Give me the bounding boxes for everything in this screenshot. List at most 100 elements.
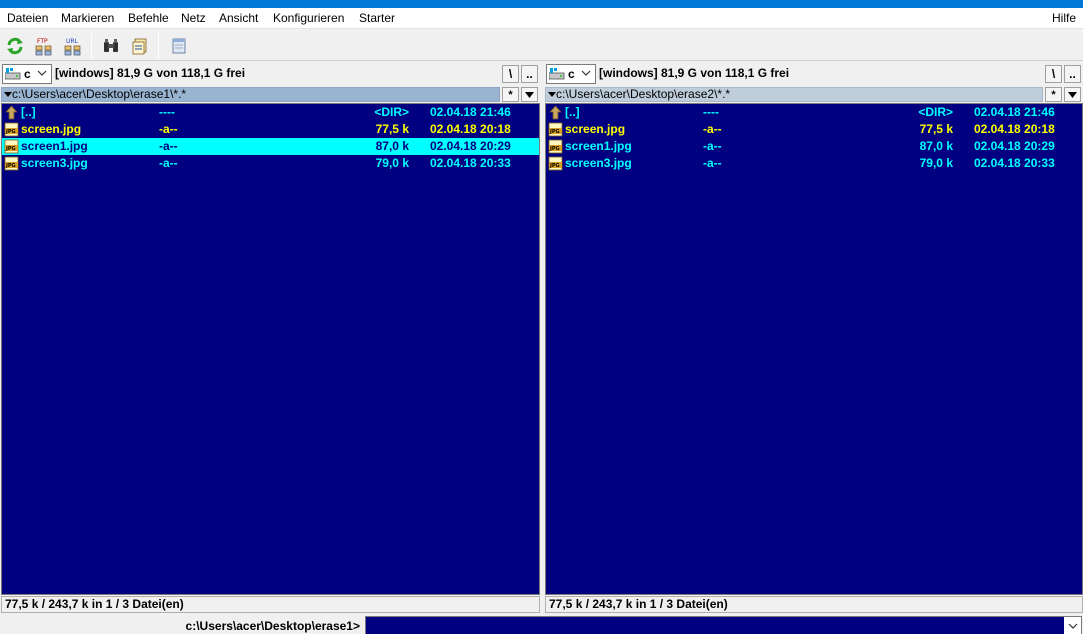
menu-netz[interactable]: Netz [181,11,206,25]
right-filter-button[interactable]: * [1045,87,1062,102]
command-history-button[interactable] [1064,617,1081,634]
svg-text:JPG: JPG [549,129,560,135]
file-row[interactable]: JPG screen1.jpg -a-- 87,0 k 02.04.18 20:29 [2,138,539,155]
ftp-connect-button[interactable]: FTP [33,35,55,57]
file-attributes: -a-- [703,156,722,170]
file-attributes: -a-- [703,122,722,136]
command-line: c:\Users\acer\Desktop\erase1> [0,614,1083,634]
file-size: <DIR> [374,105,409,119]
window-title-bar [0,0,1083,8]
right-parent-button[interactable]: .. [1064,65,1081,83]
toolbar: FTP URL [0,28,1083,61]
file-size: <DIR> [918,105,953,119]
left-path-bar[interactable]: c:\Users\acer\Desktop\erase1\*.* [1,87,500,102]
right-drive-info: [windows] 81,9 G von 118,1 G frei [599,66,790,80]
jpg-file-icon: JPG [548,122,563,137]
file-name: screen3.jpg [565,156,632,170]
drive-icon [549,68,565,80]
file-size: 77,5 k [375,122,409,136]
triangle-down-icon [1068,91,1077,98]
file-date: 02.04.18 21:46 [974,105,1055,119]
path-history-icon [548,92,556,97]
command-input[interactable] [365,616,1082,634]
drive-icon [5,68,21,80]
chevron-down-icon [37,70,47,76]
up-arrow-icon [5,105,18,120]
left-status-bar: 77,5 k / 243,7 k in 1 / 3 Datei(en) [1,596,540,613]
parent-dir-row[interactable]: [..] ---- <DIR> 02.04.18 21:46 [546,104,1082,121]
file-name: screen.jpg [565,122,626,136]
menu-bar: Dateien Markieren Befehle Netz Ansicht K… [0,8,1083,28]
menu-starter[interactable]: Starter [359,11,395,25]
right-root-button[interactable]: \ [1045,65,1062,83]
menu-ansicht[interactable]: Ansicht [219,11,258,25]
left-drive-info: [windows] 81,9 G von 118,1 G frei [55,66,246,80]
file-size: 87,0 k [919,139,953,153]
search-files-button[interactable] [100,35,122,57]
notepad-icon [172,38,186,54]
right-status-bar: 77,5 k / 243,7 k in 1 / 3 Datei(en) [545,596,1083,613]
left-drive-select[interactable]: c [2,64,52,84]
multi-rename-button[interactable] [129,35,151,57]
file-date: 02.04.18 21:46 [430,105,511,119]
right-path-bar[interactable]: c:\Users\acer\Desktop\erase2\*.* [545,87,1043,102]
jpg-file-icon: JPG [4,122,19,137]
up-arrow-icon [549,105,562,120]
svg-text:URL: URL [66,38,79,45]
file-name: screen.jpg [21,122,82,136]
toolbar-separator [158,33,159,59]
svg-text:JPG: JPG [549,146,560,152]
chevron-down-icon [1068,623,1077,629]
file-row[interactable]: JPG screen3.jpg -a-- 79,0 k 02.04.18 20:33 [546,155,1082,172]
jpg-file-icon: JPG [4,156,19,171]
url-connect-button[interactable]: URL [62,35,84,57]
refresh-icon [7,37,23,55]
file-row[interactable]: JPG screen3.jpg -a-- 79,0 k 02.04.18 20:33 [2,155,539,172]
file-attributes: -a-- [703,139,722,153]
svg-text:FTP: FTP [37,38,48,45]
file-row[interactable]: JPG screen.jpg -a-- 77,5 k 02.04.18 20:18 [2,121,539,138]
file-date: 02.04.18 20:33 [974,156,1055,170]
menu-dateien[interactable]: Dateien [7,11,48,25]
right-hotlist-button[interactable] [1064,87,1081,102]
file-row[interactable]: JPG screen1.jpg -a-- 87,0 k 02.04.18 20:29 [546,138,1082,155]
multi-rename-icon [132,38,147,55]
toolbar-separator [91,33,92,59]
menu-befehle[interactable]: Befehle [128,11,169,25]
right-path: c:\Users\acer\Desktop\erase2\*.* [556,87,731,101]
parent-dir-row[interactable]: [..] ---- <DIR> 02.04.18 21:46 [2,104,539,121]
left-root-button[interactable]: \ [502,65,519,83]
chevron-down-icon [581,70,591,76]
svg-text:JPG: JPG [5,146,16,152]
file-size: 79,0 k [375,156,409,170]
file-attributes: ---- [159,105,175,119]
ftp-connect-icon: FTP [35,38,52,56]
left-drive-letter: c [24,67,31,81]
file-date: 02.04.18 20:18 [430,122,511,136]
file-size: 77,5 k [919,122,953,136]
file-row[interactable]: JPG screen.jpg -a-- 77,5 k 02.04.18 20:18 [546,121,1082,138]
right-file-list[interactable]: [..] ---- <DIR> 02.04.18 21:46 JPG screen.jpg… [545,103,1083,595]
right-drive-select[interactable]: c [546,64,596,84]
svg-text:JPG: JPG [5,163,16,169]
left-parent-button[interactable]: .. [521,65,538,83]
file-date: 02.04.18 20:29 [430,139,511,153]
command-prompt: c:\Users\acer\Desktop\erase1> [185,619,360,633]
menu-hilfe[interactable]: Hilfe [1052,11,1076,25]
url-connect-icon: URL [64,38,81,56]
left-hotlist-button[interactable] [521,87,538,102]
file-date: 02.04.18 20:33 [430,156,511,170]
menu-konfigurieren[interactable]: Konfigurieren [273,11,344,25]
left-filter-button[interactable]: * [502,87,519,102]
file-name: screen1.jpg [21,139,88,153]
file-size: 87,0 k [375,139,409,153]
file-name: screen1.jpg [565,139,632,153]
menu-markieren[interactable]: Markieren [61,11,114,25]
right-drive-bar: c [windows] 81,9 G von 118,1 G frei \ .. [545,62,1083,86]
file-attributes: -a-- [159,156,178,170]
left-file-list[interactable]: [..] ---- <DIR> 02.04.18 21:46 JPG screen.jpg… [1,103,540,595]
refresh-button[interactable] [4,35,26,57]
jpg-file-icon: JPG [548,156,563,171]
svg-text:JPG: JPG [5,129,16,135]
notepad-button[interactable] [168,35,190,57]
